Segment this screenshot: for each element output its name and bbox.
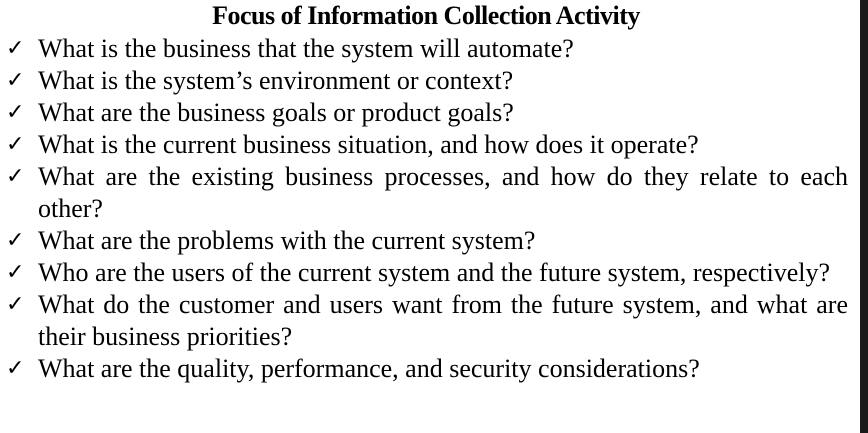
checkmark-icon: ✓ <box>6 36 25 61</box>
checkmark-icon: ✓ <box>6 100 25 125</box>
list-item: ✓ What are the existing business process… <box>6 161 848 225</box>
list-item-text: What is the current business situation, … <box>38 130 699 159</box>
list-item: ✓ What are the business goals or product… <box>6 97 848 129</box>
list-item-text: What are the business goals or product g… <box>38 98 514 127</box>
list-item-text: Who are the users of the current system … <box>38 258 830 287</box>
checkmark-icon: ✓ <box>6 228 25 253</box>
list-item-text: What are the quality, performance, and s… <box>38 354 700 383</box>
list-item: ✓ What is the business that the system w… <box>6 33 848 65</box>
list-item-text: What is the system’s environment or cont… <box>38 66 514 95</box>
list-item-text: What do the customer and users want from… <box>38 290 848 351</box>
list-item-text: What are the existing business processes… <box>38 162 848 223</box>
checkmark-icon: ✓ <box>6 68 25 93</box>
list-item: ✓ What are the problems with the current… <box>6 225 848 257</box>
list-item: ✓ What is the system’s environment or co… <box>6 65 848 97</box>
question-list: ✓ What is the business that the system w… <box>6 33 848 385</box>
list-item-text: What are the problems with the current s… <box>38 226 536 255</box>
checkmark-icon: ✓ <box>6 164 25 189</box>
page-title: Focus of Information Collection Activity <box>212 1 640 30</box>
right-edge-border <box>860 0 868 433</box>
checkmark-icon: ✓ <box>6 292 25 317</box>
list-item: ✓ What do the customer and users want fr… <box>6 289 848 353</box>
checkmark-icon: ✓ <box>6 356 25 381</box>
list-item: ✓ What are the quality, performance, and… <box>6 353 848 385</box>
checkmark-icon: ✓ <box>6 132 25 157</box>
checkmark-icon: ✓ <box>6 260 25 285</box>
list-item: ✓ Who are the users of the current syste… <box>6 257 848 289</box>
list-item: ✓ What is the current business situation… <box>6 129 848 161</box>
list-item-text: What is the business that the system wil… <box>38 34 574 63</box>
